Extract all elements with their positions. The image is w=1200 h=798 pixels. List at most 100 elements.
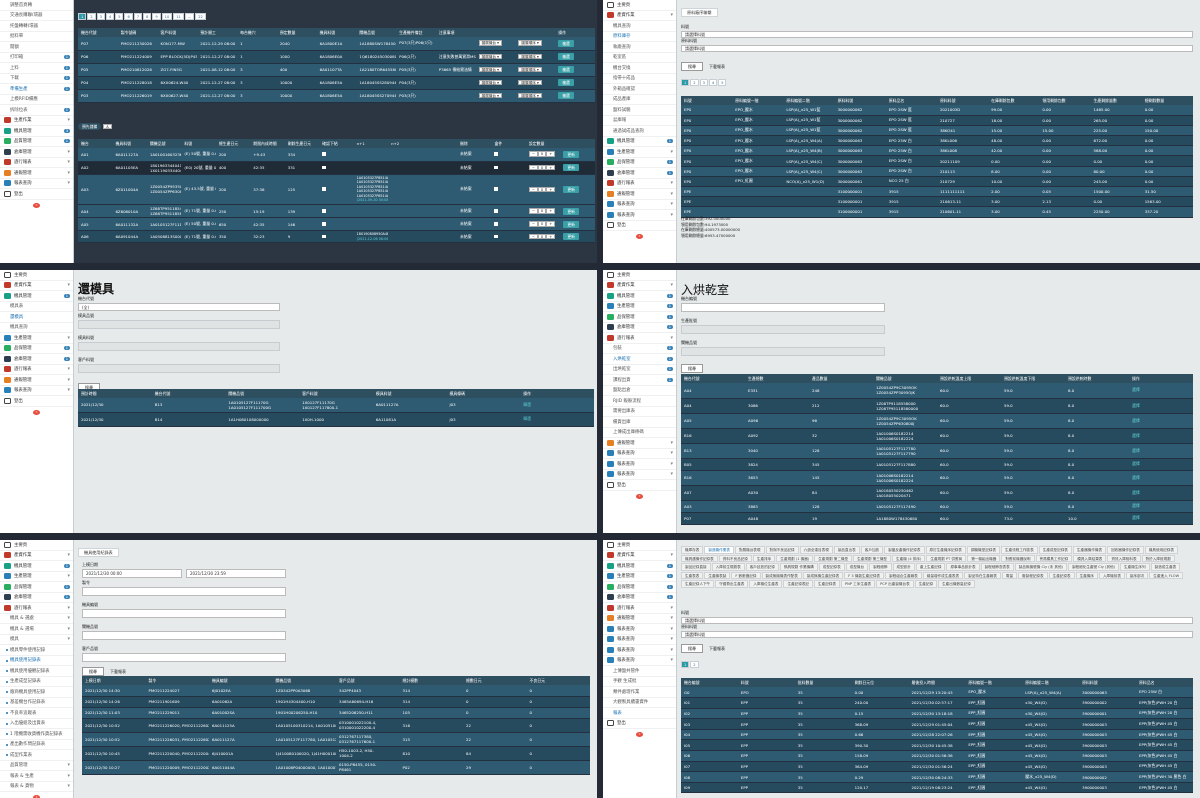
box-checkbox[interactable]: [494, 222, 498, 226]
page-link[interactable]: 2: [690, 79, 699, 86]
layer-order-select[interactable]: 圖層順序 ▾: [518, 40, 542, 47]
search-button[interactable]: 搜尋: [681, 364, 703, 373]
return-link[interactable]: 歸還: [523, 402, 531, 407]
sidebar-item[interactable]: 上料 1: [0, 63, 73, 74]
select-link[interactable]: 選擇: [1132, 475, 1140, 480]
report-tab[interactable]: 製程細化生產號 Ciy (其他): [1067, 563, 1120, 571]
sidebar-item[interactable]: 調整首頁轉: [0, 0, 73, 11]
page-link[interactable]: 11: [173, 13, 184, 20]
report-tab[interactable]: 製盤反產機作記錄表: [884, 546, 925, 554]
report-tab[interactable]: 第一機組出機器: [967, 554, 1001, 563]
sidebar-item[interactable]: 品保管理 1: [603, 158, 676, 168]
part-select[interactable]: 請選擇料號: [681, 31, 1193, 38]
report-tab[interactable]: 對應前機器說明: [1001, 554, 1035, 563]
report-tab[interactable]: 生產成型記錄表: [1038, 546, 1072, 554]
sidebar-item[interactable]: 過行報表 ▾: [603, 333, 676, 344]
collapse-handle[interactable]: «: [636, 234, 643, 239]
report-tab[interactable]: 產上生產記錄: [915, 563, 946, 571]
confirm-checkbox[interactable]: [322, 209, 326, 213]
select-link[interactable]: 選擇: [1132, 515, 1140, 520]
report-tab[interactable]: 製程細節: [869, 563, 892, 571]
report-tab[interactable]: 製品特在生產報表: [964, 571, 1001, 580]
report-tab[interactable]: 客戶加放: [860, 546, 884, 554]
sidebar-item[interactable]: 主要頁: [603, 0, 676, 11]
page-link[interactable]: 5: [115, 13, 124, 20]
sidebar-item[interactable]: 過行報表 ▾: [0, 603, 73, 614]
report-tab[interactable]: 製成無機機表作配表: [761, 571, 802, 580]
collapse-handle[interactable]: «: [636, 493, 643, 499]
report-tab[interactable]: 製品記錄直接: [681, 563, 711, 571]
report-tab[interactable]: 鍋具規劃 作業機構: [779, 563, 818, 571]
page-link[interactable]: 3: [699, 79, 708, 86]
layer-order-select[interactable]: 圖層順序 ▾: [518, 79, 542, 86]
part-select[interactable]: 請選擇料號: [681, 617, 1193, 624]
reserve-select[interactable]: A: [103, 123, 112, 130]
sidebar-item[interactable]: 報表查詢 ▾: [0, 386, 73, 396]
mold-no-input[interactable]: [82, 609, 286, 618]
report-tab[interactable]: PNP 工序生產表: [841, 580, 876, 588]
report-tab[interactable]: 入庫機位生產表: [749, 580, 783, 588]
select-link[interactable]: 選擇: [1132, 403, 1140, 408]
mold-no-input[interactable]: [78, 320, 280, 329]
sidebar-item[interactable]: 登出: [603, 480, 676, 491]
select-link[interactable]: 選擇: [1132, 418, 1140, 423]
sidebar-item[interactable]: 登出: [603, 221, 676, 231]
sidebar-item[interactable]: 機具查詢: [603, 21, 676, 32]
report-tab[interactable]: PCP 出產製機台表: [876, 580, 914, 588]
sidebar-item[interactable]: RJID 報廢流程: [603, 396, 676, 407]
qty-value[interactable]: 0: [537, 208, 547, 214]
select-link[interactable]: 選擇: [1132, 461, 1140, 466]
report-tab[interactable]: 生產機生序列: [1120, 563, 1150, 571]
qty-value[interactable]: 0: [537, 233, 547, 240]
sidebar-item[interactable]: 通報管理 ▾: [0, 168, 73, 179]
sidebar-item[interactable]: 倉庫管理 ▾: [0, 147, 73, 158]
confirm-checkbox[interactable]: [322, 222, 326, 226]
sidebar-item[interactable]: 主要頁: [603, 540, 676, 551]
sidebar-item[interactable]: 不良率追蹤表: [0, 708, 73, 719]
page-link[interactable]: ...: [184, 13, 195, 20]
sidebar-item[interactable]: 報表查詢 ▾: [603, 656, 676, 666]
reserve-button[interactable]: 預先儲備: [78, 123, 102, 130]
qty-plus[interactable]: +: [546, 221, 556, 227]
layer-order-select[interactable]: 圖層順序 ▾: [518, 53, 542, 60]
sidebar-item[interactable]: 還模具: [0, 312, 73, 323]
qty-plus[interactable]: +: [546, 233, 556, 240]
sidebar-item[interactable]: 上模RFID備應: [0, 95, 73, 105]
return-link[interactable]: 歸還: [523, 416, 531, 421]
sidebar-item[interactable]: 出烘乾室 1: [603, 365, 676, 375]
page-link[interactable]: 8: [143, 13, 152, 20]
confirm-checkbox[interactable]: [322, 152, 326, 156]
page-link[interactable]: 9: [152, 13, 161, 20]
page-link[interactable]: 1: [681, 661, 690, 668]
confirm-button[interactable]: 複選: [558, 39, 574, 47]
report-tab[interactable]: 對展機台表現: [734, 546, 765, 554]
machine-no-input[interactable]: [681, 303, 885, 312]
report-tab[interactable]: 生產流程工作區表: [1001, 546, 1038, 554]
report-tab[interactable]: 製造機作業表: [704, 546, 734, 554]
sidebar-item[interactable]: 產資作業 ▾: [0, 551, 73, 561]
page-link[interactable]: 4: [105, 13, 115, 20]
sidebar-item[interactable]: 報表查詢 ▾: [0, 179, 73, 189]
machine-layer-select[interactable]: 圖層機台 ▾: [478, 79, 502, 86]
sidebar-item[interactable]: 模具 ▾: [0, 635, 73, 645]
confirm-checkbox[interactable]: [322, 187, 326, 191]
sidebar-item[interactable]: 指帶十成品: [603, 74, 676, 84]
report-tab[interactable]: 生產規劃 第二機型: [814, 554, 853, 563]
confirm-button[interactable]: 複選: [558, 79, 574, 86]
mold-part-input[interactable]: [82, 631, 286, 640]
update-button[interactable]: 更新: [563, 220, 579, 228]
report-tab[interactable]: 生產出機數量記錄: [938, 580, 975, 588]
report-tab[interactable]: 製品無機號機 Ciy (未 其他): [1014, 563, 1067, 571]
report-tab[interactable]: 六過全達目表現: [799, 546, 833, 554]
machine-layer-select[interactable]: 圖層機台 ▾: [478, 66, 502, 73]
sidebar-item[interactable]: 機具管理 1: [0, 291, 73, 302]
box-checkbox[interactable]: [494, 152, 498, 156]
sidebar-item[interactable]: 手觀 生成批: [603, 677, 676, 687]
sidebar-item[interactable]: 報表 & 生產 ▾: [0, 771, 73, 782]
sidebar-item[interactable]: 乾室區: [603, 53, 676, 63]
sidebar-item[interactable]: 品質管理 ▾: [0, 761, 73, 771]
report-tab[interactable]: 模具入庫結果表: [1073, 554, 1107, 563]
layer-order-select[interactable]: 圖層順序 ▾: [518, 92, 542, 99]
sidebar-item[interactable]: 產資作業 ▾: [603, 281, 676, 291]
page-link[interactable]: 6: [124, 13, 133, 20]
